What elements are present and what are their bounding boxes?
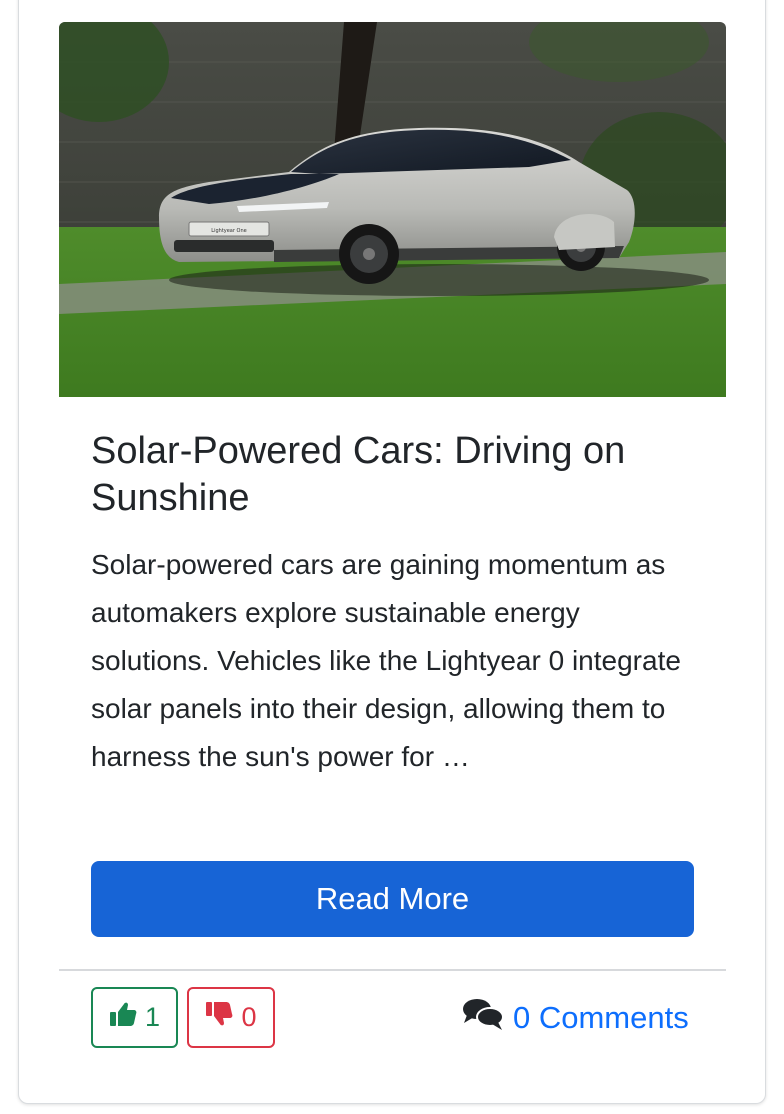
- divider: [59, 969, 726, 971]
- dislike-button[interactable]: 0: [187, 987, 275, 1048]
- post-title: Solar-Powered Cars: Driving on Sunshine: [91, 430, 626, 519]
- dislike-count: 0: [241, 1002, 257, 1032]
- like-button[interactable]: 1: [91, 987, 178, 1048]
- license-plate-text: Lightyear One: [211, 228, 246, 234]
- post-image: Lightyear One: [59, 22, 726, 397]
- comments-count-label: 0 Comments: [513, 1000, 689, 1035]
- like-count: 1: [144, 1002, 161, 1032]
- comments-link[interactable]: 0 Comments: [462, 997, 689, 1039]
- comments-icon: [462, 997, 504, 1039]
- thumbs-down-icon: [205, 1001, 233, 1034]
- thumbs-up-icon: [109, 1001, 137, 1034]
- post-excerpt: Solar-powered cars are gaining momentum …: [91, 549, 681, 772]
- read-more-button[interactable]: Read More: [91, 861, 694, 937]
